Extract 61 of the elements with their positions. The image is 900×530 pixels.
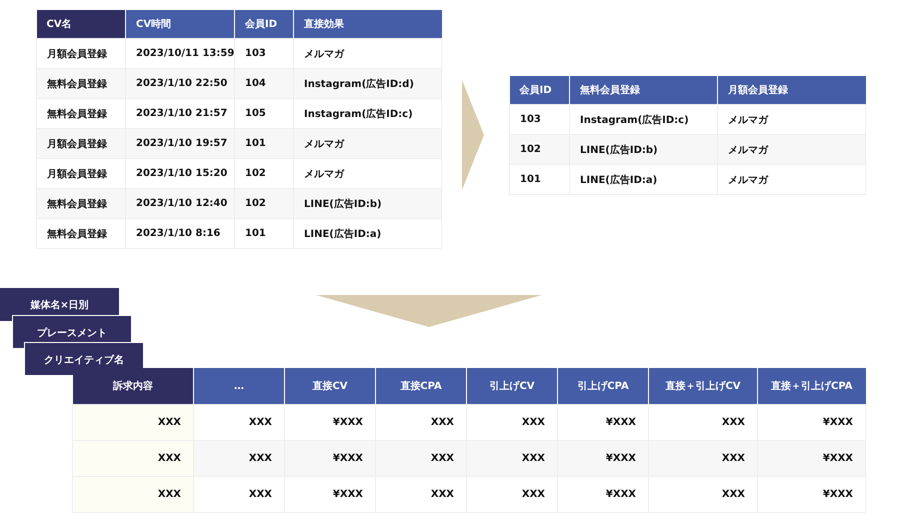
column-header: 月額会員登録 — [718, 76, 866, 104]
column-header: CV時間 — [126, 10, 234, 38]
table-cell: XXX — [72, 476, 194, 512]
column-header: 訴求内容 — [72, 368, 194, 404]
column-header: 直接CV — [284, 368, 376, 404]
table-cell: ¥XXX — [758, 440, 866, 476]
table-cell: XXX — [72, 440, 194, 476]
column-header: 無料会員登録 — [570, 76, 718, 104]
table-cell: 月額会員登録 — [36, 38, 126, 68]
table-cell: 無料会員登録 — [36, 188, 126, 218]
table-cell: XXX — [466, 440, 558, 476]
table-cell: 102 — [234, 188, 294, 218]
column-header: … — [194, 368, 284, 404]
table-cell: メルマガ — [294, 128, 442, 158]
table-cell: Instagram(広告ID:d) — [294, 68, 442, 98]
table-cell: ¥XXX — [284, 476, 376, 512]
table-cell: メルマガ — [718, 134, 866, 164]
table-cell: ¥XXX — [758, 476, 866, 512]
table-cell: XXX — [648, 440, 758, 476]
table-cell: LINE(広告ID:b) — [570, 134, 718, 164]
table-cell: 2023/1/10 8:16 — [126, 218, 234, 248]
table-cell: 103 — [510, 104, 570, 134]
arrow-icon — [462, 80, 484, 190]
table-cell: XXX — [466, 476, 558, 512]
column-header: 引上げCV — [466, 368, 558, 404]
table-cell: LINE(広告ID:a) — [294, 218, 442, 248]
column-header: CV名 — [36, 10, 126, 38]
table-cell: ¥XXX — [284, 440, 376, 476]
table-cell: 2023/1/10 12:40 — [126, 188, 234, 218]
table-cell: 月額会員登録 — [36, 128, 126, 158]
column-header: 直接＋引上げCV — [648, 368, 758, 404]
table-cell: XXX — [376, 440, 466, 476]
table-cell: XXX — [194, 440, 284, 476]
column-header: 直接CPA — [376, 368, 466, 404]
table-cell: メルマガ — [718, 104, 866, 134]
table-cell: 101 — [510, 164, 570, 194]
table-cell: 101 — [234, 128, 294, 158]
table-cell: ¥XXX — [558, 440, 648, 476]
table-cell: メルマガ — [718, 164, 866, 194]
table-cell: LINE(広告ID:a) — [570, 164, 718, 194]
table-cell: メルマガ — [294, 38, 442, 68]
table-cell: 無料会員登録 — [36, 218, 126, 248]
table-cell: XXX — [376, 476, 466, 512]
table-cell: 2023/1/10 22:50 — [126, 68, 234, 98]
column-header: 会員ID — [234, 10, 294, 38]
table-cell: 2023/1/10 19:57 — [126, 128, 234, 158]
table-cell: ¥XXX — [558, 476, 648, 512]
column-header: 引上げCPA — [558, 368, 648, 404]
column-header: 直接効果 — [294, 10, 442, 38]
table-cell: XXX — [72, 404, 194, 440]
table-cell: LINE(広告ID:b) — [294, 188, 442, 218]
column-header: 直接＋引上げCPA — [758, 368, 866, 404]
table-cell: 104 — [234, 68, 294, 98]
column-header: 会員ID — [510, 76, 570, 104]
arrow-icon — [316, 295, 542, 327]
table-cell: 101 — [234, 218, 294, 248]
table-cell: 102 — [510, 134, 570, 164]
table-cell: XXX — [194, 476, 284, 512]
table-cell: 無料会員登録 — [36, 68, 126, 98]
table-cell: Instagram(広告ID:c) — [570, 104, 718, 134]
table-cell: XXX — [648, 476, 758, 512]
